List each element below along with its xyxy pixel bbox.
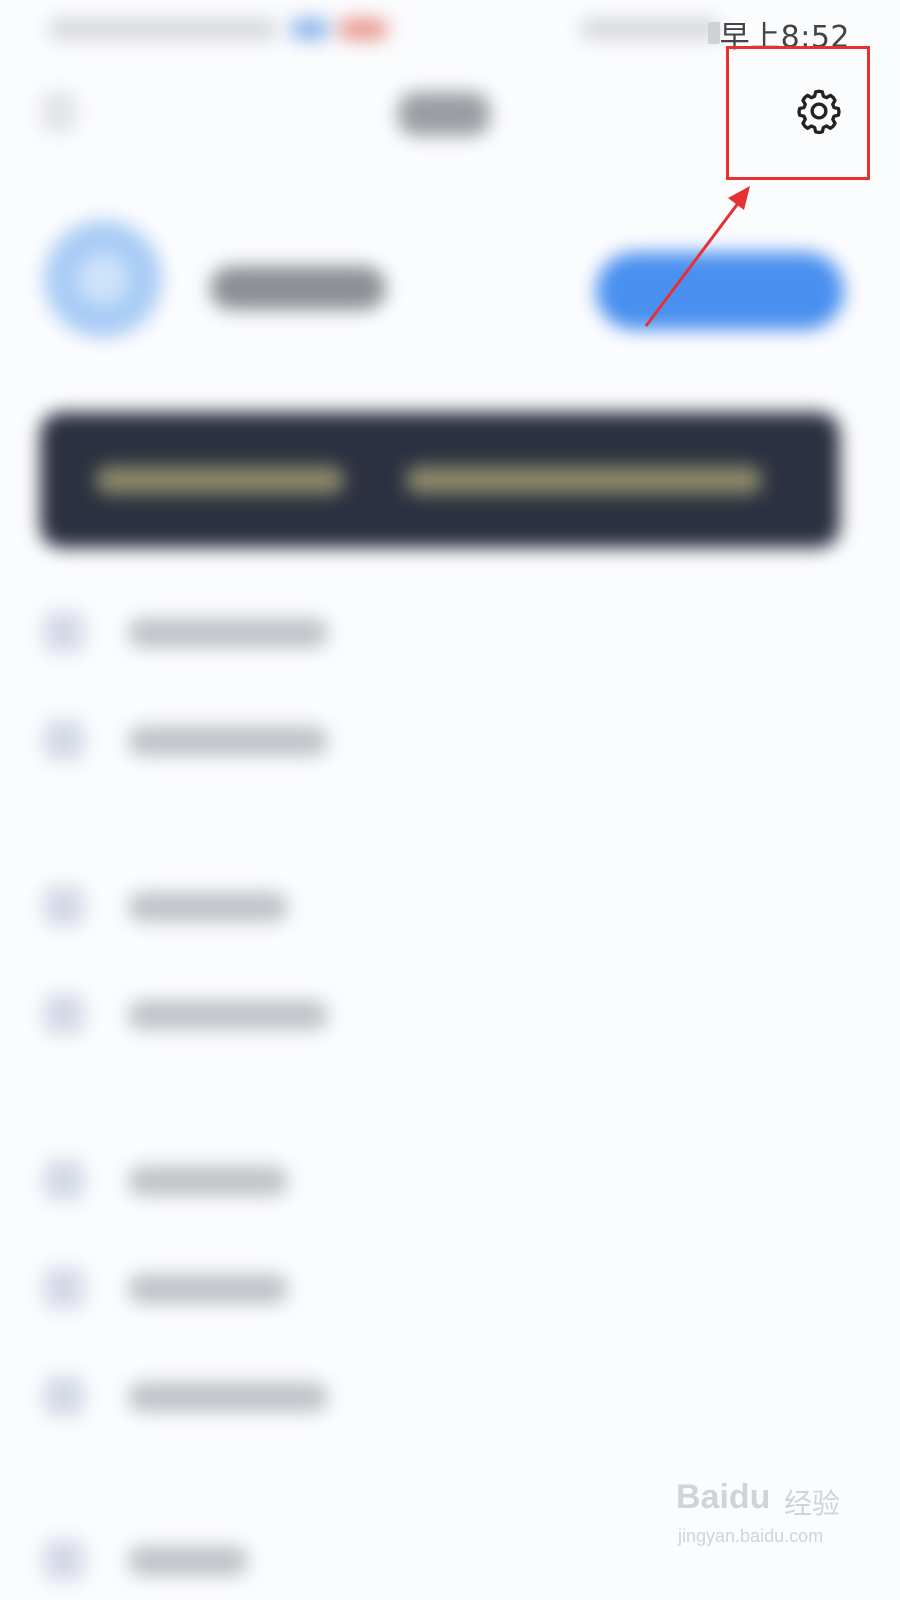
menu-item-icon [44, 994, 84, 1034]
page-title [398, 92, 490, 136]
banner-text [96, 466, 344, 494]
blurred-content [0, 0, 900, 1600]
status-indicator [338, 18, 388, 40]
banner-text [406, 466, 762, 494]
watermark: Baidu 经验 jingyan.baidu.com [676, 1478, 846, 1558]
watermark-brand-cn: 经验 [784, 1487, 841, 1520]
menu-item[interactable] [128, 1382, 328, 1412]
menu-item-icon [44, 886, 84, 926]
menu-item[interactable] [128, 1274, 288, 1304]
menu-item-icon [44, 612, 84, 652]
profile-action-button[interactable] [596, 252, 844, 330]
menu-item-icon [44, 1376, 84, 1416]
username [210, 266, 386, 310]
battery-icon [708, 22, 720, 44]
avatar-icon [78, 254, 128, 304]
status-indicator [290, 18, 330, 40]
watermark-brand: Baidu [676, 1478, 771, 1516]
menu-item[interactable] [128, 618, 328, 648]
menu-item-icon [44, 1540, 84, 1580]
watermark-url: jingyan.baidu.com [678, 1526, 824, 1546]
menu-item-icon [44, 720, 84, 760]
status-bar-right [580, 18, 720, 40]
menu-item[interactable] [128, 1166, 288, 1196]
menu-item-icon [44, 1268, 84, 1308]
menu-item-icon [44, 1160, 84, 1200]
menu-item[interactable] [128, 726, 328, 756]
status-bar-left [48, 18, 278, 40]
annotation-highlight-box [726, 46, 870, 180]
menu-item[interactable] [128, 1000, 328, 1030]
phone-screen: 早上8:52 Baidu 经验 jingyan.baidu.com [0, 0, 900, 1600]
back-button[interactable] [42, 92, 76, 132]
menu-item[interactable] [128, 892, 288, 922]
menu-item[interactable] [128, 1546, 248, 1576]
